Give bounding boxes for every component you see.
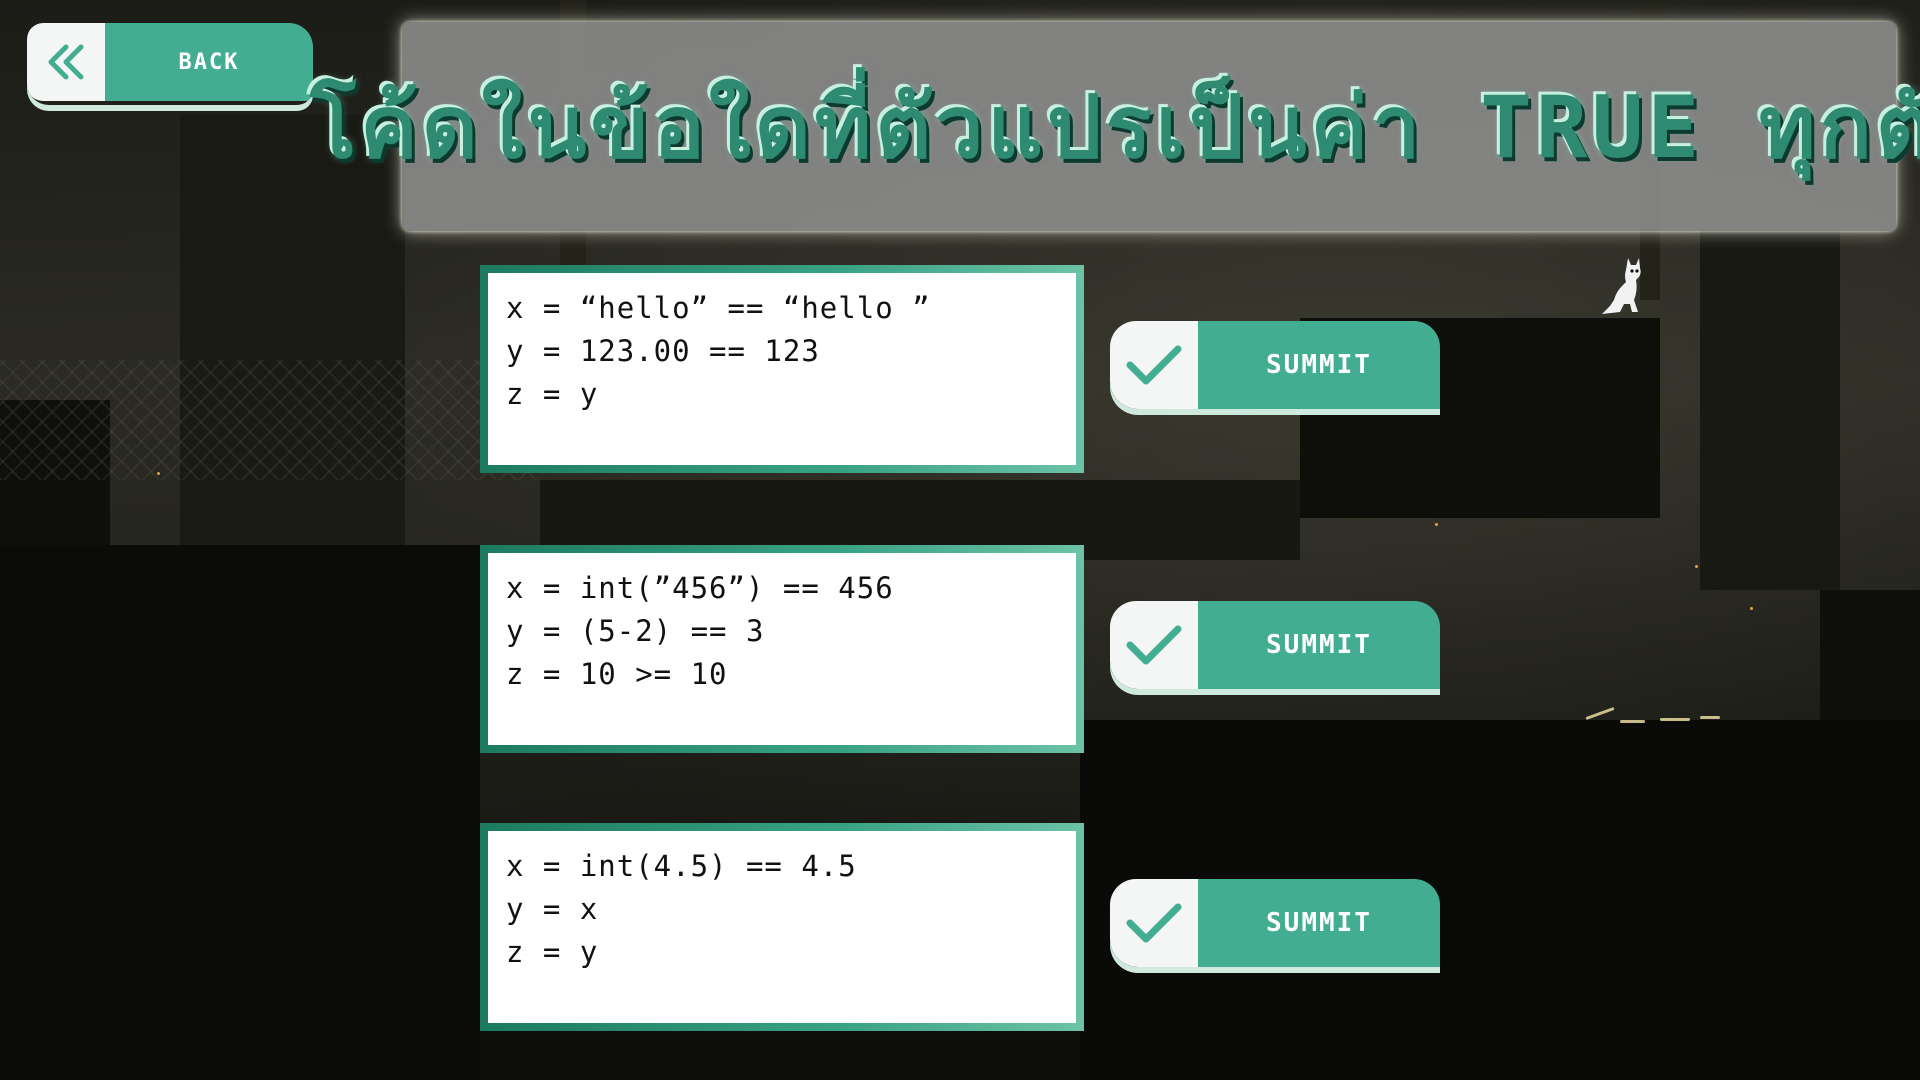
code-card: x = int(”456”) == 456 y = (5-2) == 3 z =… bbox=[480, 545, 1084, 753]
ember bbox=[1750, 607, 1753, 610]
back-button-label: BACK bbox=[178, 49, 240, 75]
code-line: y = x bbox=[506, 892, 599, 926]
question-option-1: x = “hello” == “hello ” y = 123.00 == 12… bbox=[480, 265, 1440, 473]
checkmark-icon bbox=[1126, 625, 1182, 665]
submit-button-2[interactable]: SUMMIT bbox=[1110, 601, 1440, 689]
back-button[interactable]: BACK bbox=[27, 23, 313, 105]
chain-fence bbox=[0, 360, 540, 480]
submit-button-label: SUMMIT bbox=[1266, 630, 1372, 660]
code-card: x = “hello” == “hello ” y = 123.00 == 12… bbox=[480, 265, 1084, 473]
ember bbox=[157, 472, 160, 475]
checkmark-icon bbox=[1126, 345, 1182, 385]
check-box bbox=[1110, 601, 1198, 689]
spark bbox=[1700, 716, 1720, 719]
code-line: x = “hello” == “hello ” bbox=[506, 291, 931, 325]
code-line: x = int(4.5) == 4.5 bbox=[506, 849, 857, 883]
code-line: z = y bbox=[506, 935, 599, 969]
code-line: x = int(”456”) == 456 bbox=[506, 571, 894, 605]
building-silhouette bbox=[0, 545, 480, 1080]
code-line: z = 10 >= 10 bbox=[506, 657, 728, 691]
code-block: x = int(”456”) == 456 y = (5-2) == 3 z =… bbox=[488, 553, 1076, 745]
ember bbox=[1695, 565, 1698, 568]
submit-label-box: SUMMIT bbox=[1198, 321, 1440, 409]
ember bbox=[1435, 523, 1438, 526]
submit-label-box: SUMMIT bbox=[1198, 601, 1440, 689]
code-block: x = int(4.5) == 4.5 y = x z = y bbox=[488, 831, 1076, 1023]
submit-button-label: SUMMIT bbox=[1266, 350, 1372, 380]
code-line: y = (5-2) == 3 bbox=[506, 614, 765, 648]
check-box bbox=[1110, 321, 1198, 409]
submit-button-label: SUMMIT bbox=[1266, 908, 1372, 938]
tower-silhouette bbox=[1700, 230, 1840, 590]
spark bbox=[1620, 720, 1645, 723]
question-title: โค้ดในข้อใดที่ตัวแปรเป็นค่า TRUE ทุกตัว bbox=[310, 78, 1920, 178]
spark bbox=[1585, 706, 1615, 721]
spark bbox=[1660, 718, 1690, 721]
question-option-2: x = int(”456”) == 456 y = (5-2) == 3 z =… bbox=[480, 545, 1440, 753]
double-chevron-left-icon bbox=[48, 44, 84, 80]
code-line: y = 123.00 == 123 bbox=[506, 334, 820, 368]
submit-button-1[interactable]: SUMMIT bbox=[1110, 321, 1440, 409]
code-card: x = int(4.5) == 4.5 y = x z = y bbox=[480, 823, 1084, 1031]
check-box bbox=[1110, 879, 1198, 967]
code-block: x = “hello” == “hello ” y = 123.00 == 12… bbox=[488, 273, 1076, 465]
submit-button-3[interactable]: SUMMIT bbox=[1110, 879, 1440, 967]
submit-label-box: SUMMIT bbox=[1198, 879, 1440, 967]
checkmark-icon bbox=[1126, 903, 1182, 943]
back-label-box: BACK bbox=[105, 23, 313, 101]
question-title-banner: โค้ดในข้อใดที่ตัวแปรเป็นค่า TRUE ทุกตัว bbox=[310, 22, 1920, 231]
back-icon-box bbox=[27, 23, 105, 101]
code-line: z = y bbox=[506, 377, 599, 411]
question-option-3: x = int(4.5) == 4.5 y = x z = y SUMMIT bbox=[480, 823, 1440, 1031]
cat-character-icon bbox=[1602, 258, 1641, 314]
